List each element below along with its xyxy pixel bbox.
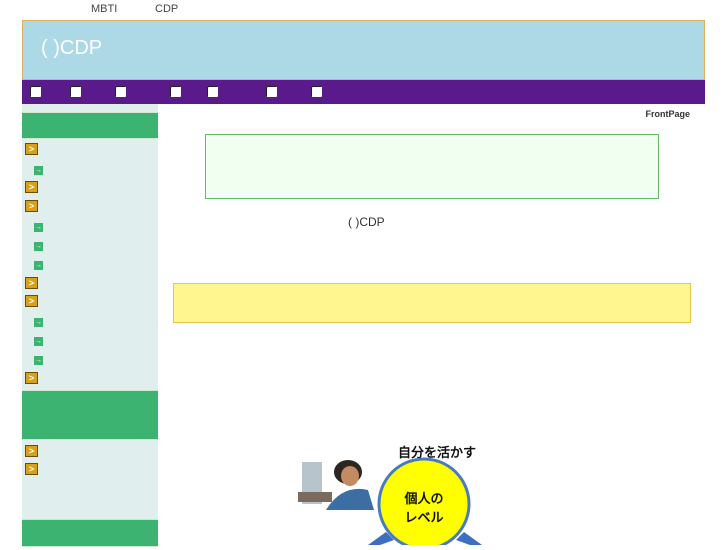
page-arrow-icon[interactable]: → [34, 318, 43, 327]
sidebar-section-header-3 [22, 519, 158, 547]
site-title[interactable]: ( )CDP [41, 37, 102, 60]
folder-icon[interactable]: > [25, 143, 38, 155]
folder-icon[interactable]: > [25, 277, 38, 289]
nav-item-5[interactable] [207, 86, 218, 97]
arrow-right-shape [456, 532, 482, 545]
page-arrow-icon[interactable]: → [34, 166, 43, 175]
info-box [205, 134, 659, 199]
sidebar-section-header-2 [22, 390, 158, 440]
folder-icon[interactable]: > [25, 372, 38, 384]
cdp-diagram: 自分を活かす 個人の レベル [290, 440, 500, 550]
folder-icon[interactable]: > [25, 200, 38, 212]
page-title: ( )CDP [348, 215, 385, 229]
nav-item-6[interactable] [266, 86, 277, 97]
diagram-svg: 自分を活かす 個人の レベル [290, 445, 482, 550]
page-arrow-icon[interactable]: → [34, 337, 43, 346]
folder-icon[interactable]: > [25, 463, 38, 475]
top-links: MBTI CDP [0, 0, 727, 18]
top-link-cdp[interactable]: CDP [155, 3, 178, 15]
circle-label-line2: レベル [404, 511, 443, 526]
page-arrow-icon[interactable]: → [34, 242, 43, 251]
page-arrow-icon[interactable]: → [34, 261, 43, 270]
folder-icon[interactable]: > [25, 181, 38, 193]
site-header: ( )CDP [22, 20, 705, 80]
folder-icon[interactable]: > [25, 295, 38, 307]
nav-item-3[interactable] [115, 86, 126, 97]
nav-item-1[interactable] [30, 86, 41, 97]
nav-item-4[interactable] [170, 86, 181, 97]
sidebar: > → > > → → → > > → → → > > > [22, 104, 158, 547]
nav-bar [22, 80, 705, 104]
top-link-mbti[interactable]: MBTI [91, 3, 117, 15]
sidebar-section-header-1 [22, 112, 158, 139]
circle-label-line1: 個人の [403, 491, 443, 507]
diagram-caption: 自分を活かす [398, 445, 476, 461]
person-photo [290, 458, 376, 510]
page-arrow-icon[interactable]: → [34, 356, 43, 365]
folder-icon[interactable]: > [25, 445, 38, 457]
nav-item-2[interactable] [70, 86, 81, 97]
notice-box [173, 283, 691, 323]
page-arrow-icon[interactable]: → [34, 223, 43, 232]
nav-item-7[interactable] [311, 86, 322, 97]
breadcrumb[interactable]: FrontPage [645, 109, 690, 119]
